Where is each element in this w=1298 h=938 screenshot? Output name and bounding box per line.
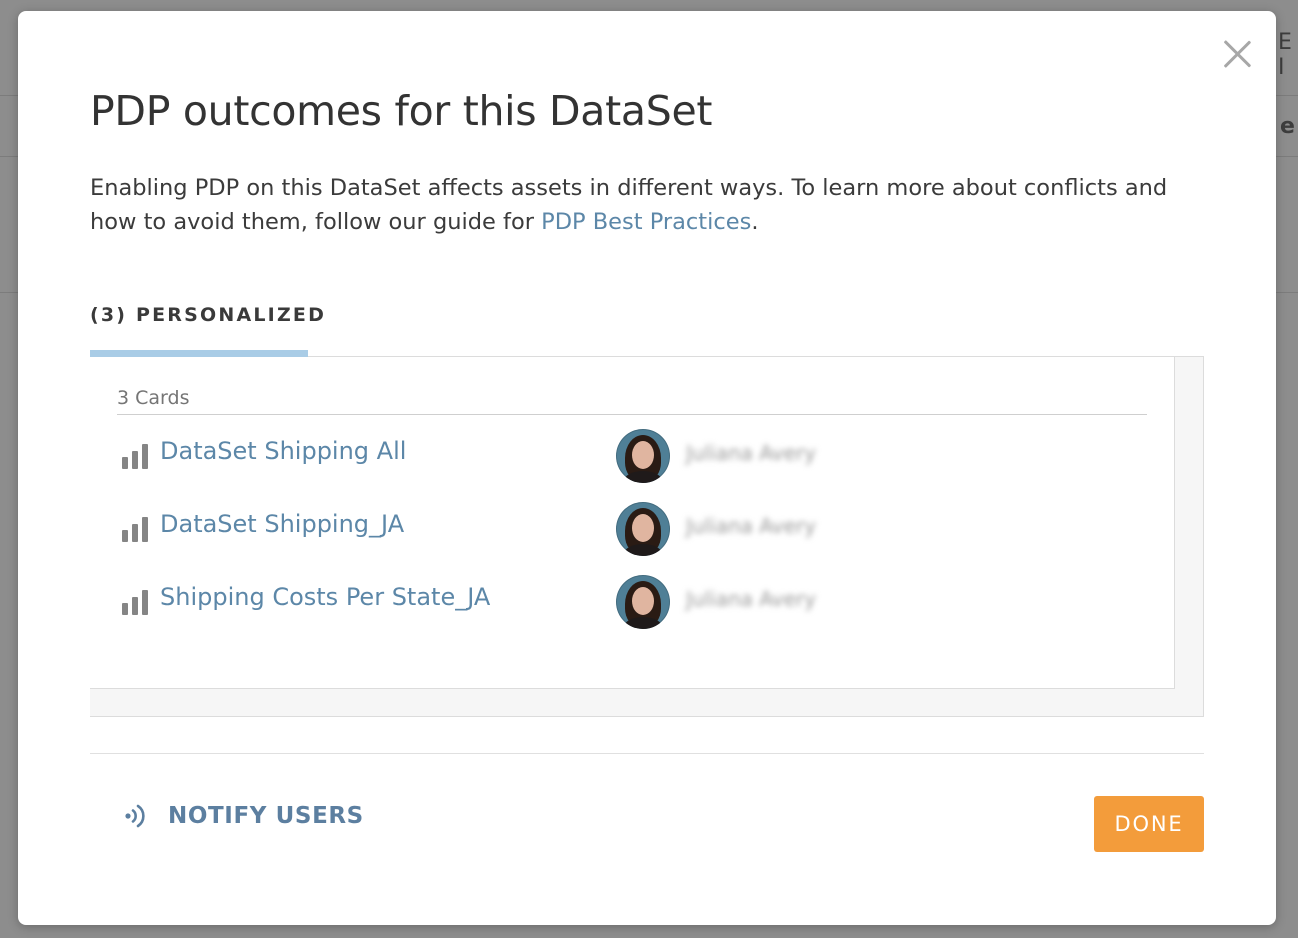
list-item: DataSet Shipping All Juliana Avery — [120, 427, 1120, 483]
owner-name[interactable]: Juliana Avery — [686, 587, 816, 611]
tab-personalized[interactable]: (3) PERSONALIZED — [90, 301, 324, 357]
card-link[interactable]: DataSet Shipping All — [160, 437, 406, 465]
avatar[interactable] — [616, 575, 670, 629]
pdp-outcomes-modal: PDP outcomes for this DataSet Enabling P… — [18, 11, 1276, 925]
card-link[interactable]: Shipping Costs Per State_JA — [160, 583, 490, 611]
section-header: 3 Cards — [117, 387, 1147, 415]
modal-description: Enabling PDP on this DataSet affects ass… — [90, 171, 1190, 239]
list-item: DataSet Shipping_JA Juliana Avery — [120, 500, 1120, 556]
avatar[interactable] — [616, 429, 670, 483]
close-icon[interactable] — [1222, 39, 1252, 69]
broadcast-icon — [125, 804, 145, 828]
cards-list-container[interactable]: 3 Cards DataSet Shipping All Juliana Ave… — [90, 357, 1175, 689]
pdp-best-practices-link[interactable]: PDP Best Practices — [541, 209, 751, 235]
tab-panel: 3 Cards DataSet Shipping All Juliana Ave… — [90, 357, 1204, 717]
bar-chart-icon — [122, 516, 152, 542]
tab-label: (3) PERSONALIZED — [90, 304, 327, 326]
modal-title: PDP outcomes for this DataSet — [90, 87, 713, 135]
footer-divider — [90, 753, 1204, 754]
owner-name[interactable]: Juliana Avery — [686, 441, 816, 465]
list-item: Shipping Costs Per State_JA Juliana Aver… — [120, 573, 1120, 629]
done-button[interactable]: DONE — [1094, 796, 1204, 852]
bar-chart-icon — [122, 589, 152, 615]
card-link[interactable]: DataSet Shipping_JA — [160, 510, 404, 538]
description-end: . — [751, 209, 759, 235]
bar-chart-icon — [122, 443, 152, 469]
background-text-fragment: E I — [1278, 30, 1295, 80]
tab-active-indicator — [90, 350, 308, 357]
cards-count-heading: 3 Cards — [117, 387, 190, 409]
notify-users-label: NOTIFY USERS — [168, 803, 364, 829]
avatar[interactable] — [616, 502, 670, 556]
owner-name[interactable]: Juliana Avery — [686, 514, 816, 538]
background-text-fragment: e — [1280, 114, 1298, 139]
notify-users-button[interactable]: NOTIFY USERS — [122, 799, 364, 835]
